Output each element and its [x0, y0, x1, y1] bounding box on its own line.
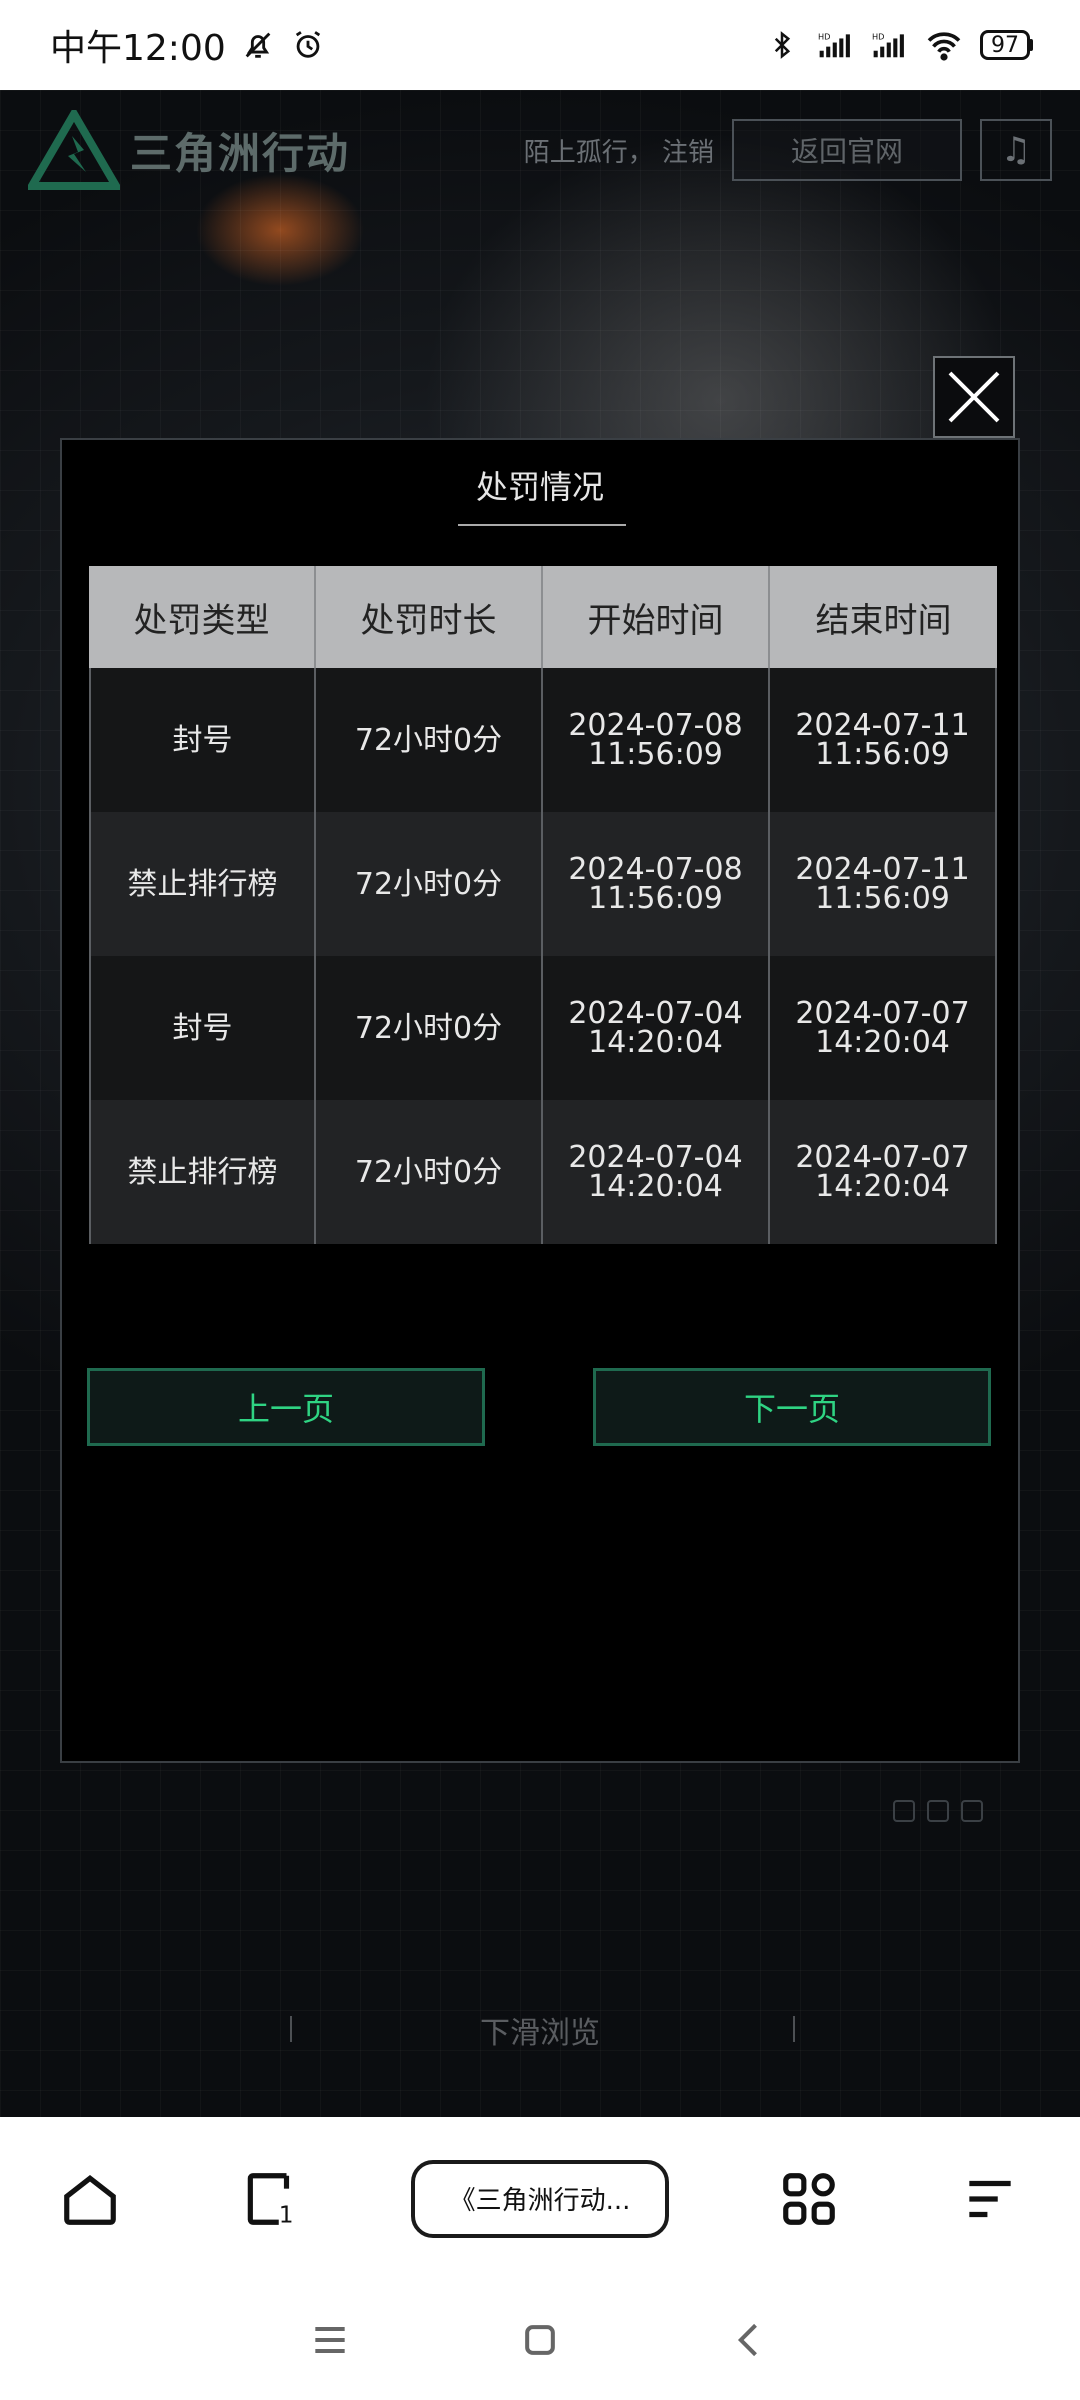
- apps-icon[interactable]: [769, 2159, 849, 2239]
- battery-indicator: 97: [980, 30, 1030, 60]
- browser-toolbar: 1 《三角洲行动...: [0, 2117, 1080, 2280]
- recent-apps-icon[interactable]: [300, 2310, 360, 2370]
- system-nav-bar: [0, 2280, 1080, 2400]
- column-header: 开始时间: [543, 566, 770, 668]
- prev-page-button[interactable]: 上一页: [87, 1368, 485, 1446]
- penalty-end: 2024-07-07 14:20:04: [770, 956, 997, 1100]
- square-icon: [927, 1800, 949, 1822]
- penalty-duration: 72小时0分: [316, 956, 543, 1100]
- svg-text:1: 1: [278, 2201, 293, 2228]
- wifi-icon: [926, 27, 962, 63]
- penalty-type: 封号: [89, 956, 316, 1100]
- site-logo[interactable]: 三角洲行动: [28, 110, 350, 190]
- penalty-type: 封号: [89, 668, 316, 812]
- scroll-hint: 下滑浏览: [0, 2008, 1080, 2052]
- square-icon: [893, 1800, 915, 1822]
- home-nav-icon[interactable]: [510, 2310, 570, 2370]
- bluetooth-icon: [764, 27, 800, 63]
- svg-text:HD: HD: [872, 31, 884, 41]
- menu-icon[interactable]: [950, 2159, 1030, 2239]
- penalty-start: 2024-07-04 14:20:04: [543, 1100, 770, 1244]
- penalty-end: 2024-07-11 11:56:09: [770, 668, 997, 812]
- logo-text: 三角洲行动: [130, 128, 351, 178]
- status-time: 中午12:00: [50, 28, 226, 69]
- penalty-type: 禁止排行榜: [89, 1100, 316, 1244]
- site-header: 三角洲行动 陌上孤行， 注销 返回官网 ♫: [0, 90, 1080, 210]
- penalty-start: 2024-07-04 14:20:04: [543, 956, 770, 1100]
- table-row: 禁止排行榜 72小时0分 2024-07-04 14:20:04 2024-07…: [89, 1100, 997, 1244]
- next-page-button[interactable]: 下一页: [593, 1368, 991, 1446]
- signal-hd-icon: HD: [818, 27, 854, 63]
- penalty-table: 处罚类型 处罚时长 开始时间 结束时间 封号 72小时0分 2024-07-08…: [89, 566, 997, 1244]
- account-logout-link[interactable]: 陌上孤行， 注销: [524, 132, 714, 169]
- decorative-squares: [893, 1800, 983, 1822]
- music-toggle-button[interactable]: ♫: [980, 119, 1052, 181]
- close-icon: [948, 371, 1000, 423]
- table-row: 禁止排行榜 72小时0分 2024-07-08 11:56:09 2024-07…: [89, 812, 997, 956]
- current-tab-title[interactable]: 《三角洲行动...: [410, 2159, 669, 2238]
- status-bar: 中午12:00 HD HD 97: [0, 0, 1080, 90]
- penalty-start: 2024-07-08 11:56:09: [543, 812, 770, 956]
- penalty-type: 禁止排行榜: [89, 812, 316, 956]
- title-underline: [458, 524, 626, 526]
- music-note-icon: ♫: [1000, 130, 1032, 170]
- back-to-official-button[interactable]: 返回官网: [732, 119, 962, 181]
- penalty-duration: 72小时0分: [316, 1100, 543, 1244]
- penalty-start: 2024-07-08 11:56:09: [543, 668, 770, 812]
- home-icon[interactable]: [50, 2159, 130, 2239]
- penalty-duration: 72小时0分: [316, 668, 543, 812]
- penalty-duration: 72小时0分: [316, 812, 543, 956]
- modal-title: 处罚情况: [475, 468, 604, 506]
- alarm-icon: [290, 27, 326, 63]
- svg-text:HD: HD: [818, 31, 830, 41]
- table-row: 封号 72小时0分 2024-07-04 14:20:04 2024-07-07…: [89, 956, 997, 1100]
- penalty-end: 2024-07-07 14:20:04: [770, 1100, 997, 1244]
- table-row: 封号 72小时0分 2024-07-08 11:56:09 2024-07-11…: [89, 668, 997, 812]
- tabs-icon[interactable]: 1: [231, 2159, 311, 2239]
- bell-off-icon: [240, 27, 276, 63]
- square-icon: [961, 1800, 983, 1822]
- column-header: 结束时间: [815, 600, 952, 641]
- column-header: 处罚类型: [89, 566, 316, 668]
- signal-hd-icon: HD: [872, 27, 908, 63]
- column-header: 处罚时长: [316, 566, 543, 668]
- penalty-end: 2024-07-11 11:56:09: [770, 812, 997, 956]
- close-modal-button[interactable]: [933, 356, 1015, 438]
- delta-logo-icon: [28, 110, 120, 190]
- web-content[interactable]: 三角洲行动 陌上孤行， 注销 返回官网 ♫ 处罚情况 处罚类型 处罚时长 开始时…: [0, 90, 1080, 2117]
- penalty-modal: 处罚情况 处罚类型 处罚时长 开始时间 结束时间 封号 72小时0分 2024-…: [60, 438, 1020, 1763]
- back-nav-icon[interactable]: [720, 2310, 780, 2370]
- table-header: 处罚类型 处罚时长 开始时间 结束时间: [89, 566, 997, 668]
